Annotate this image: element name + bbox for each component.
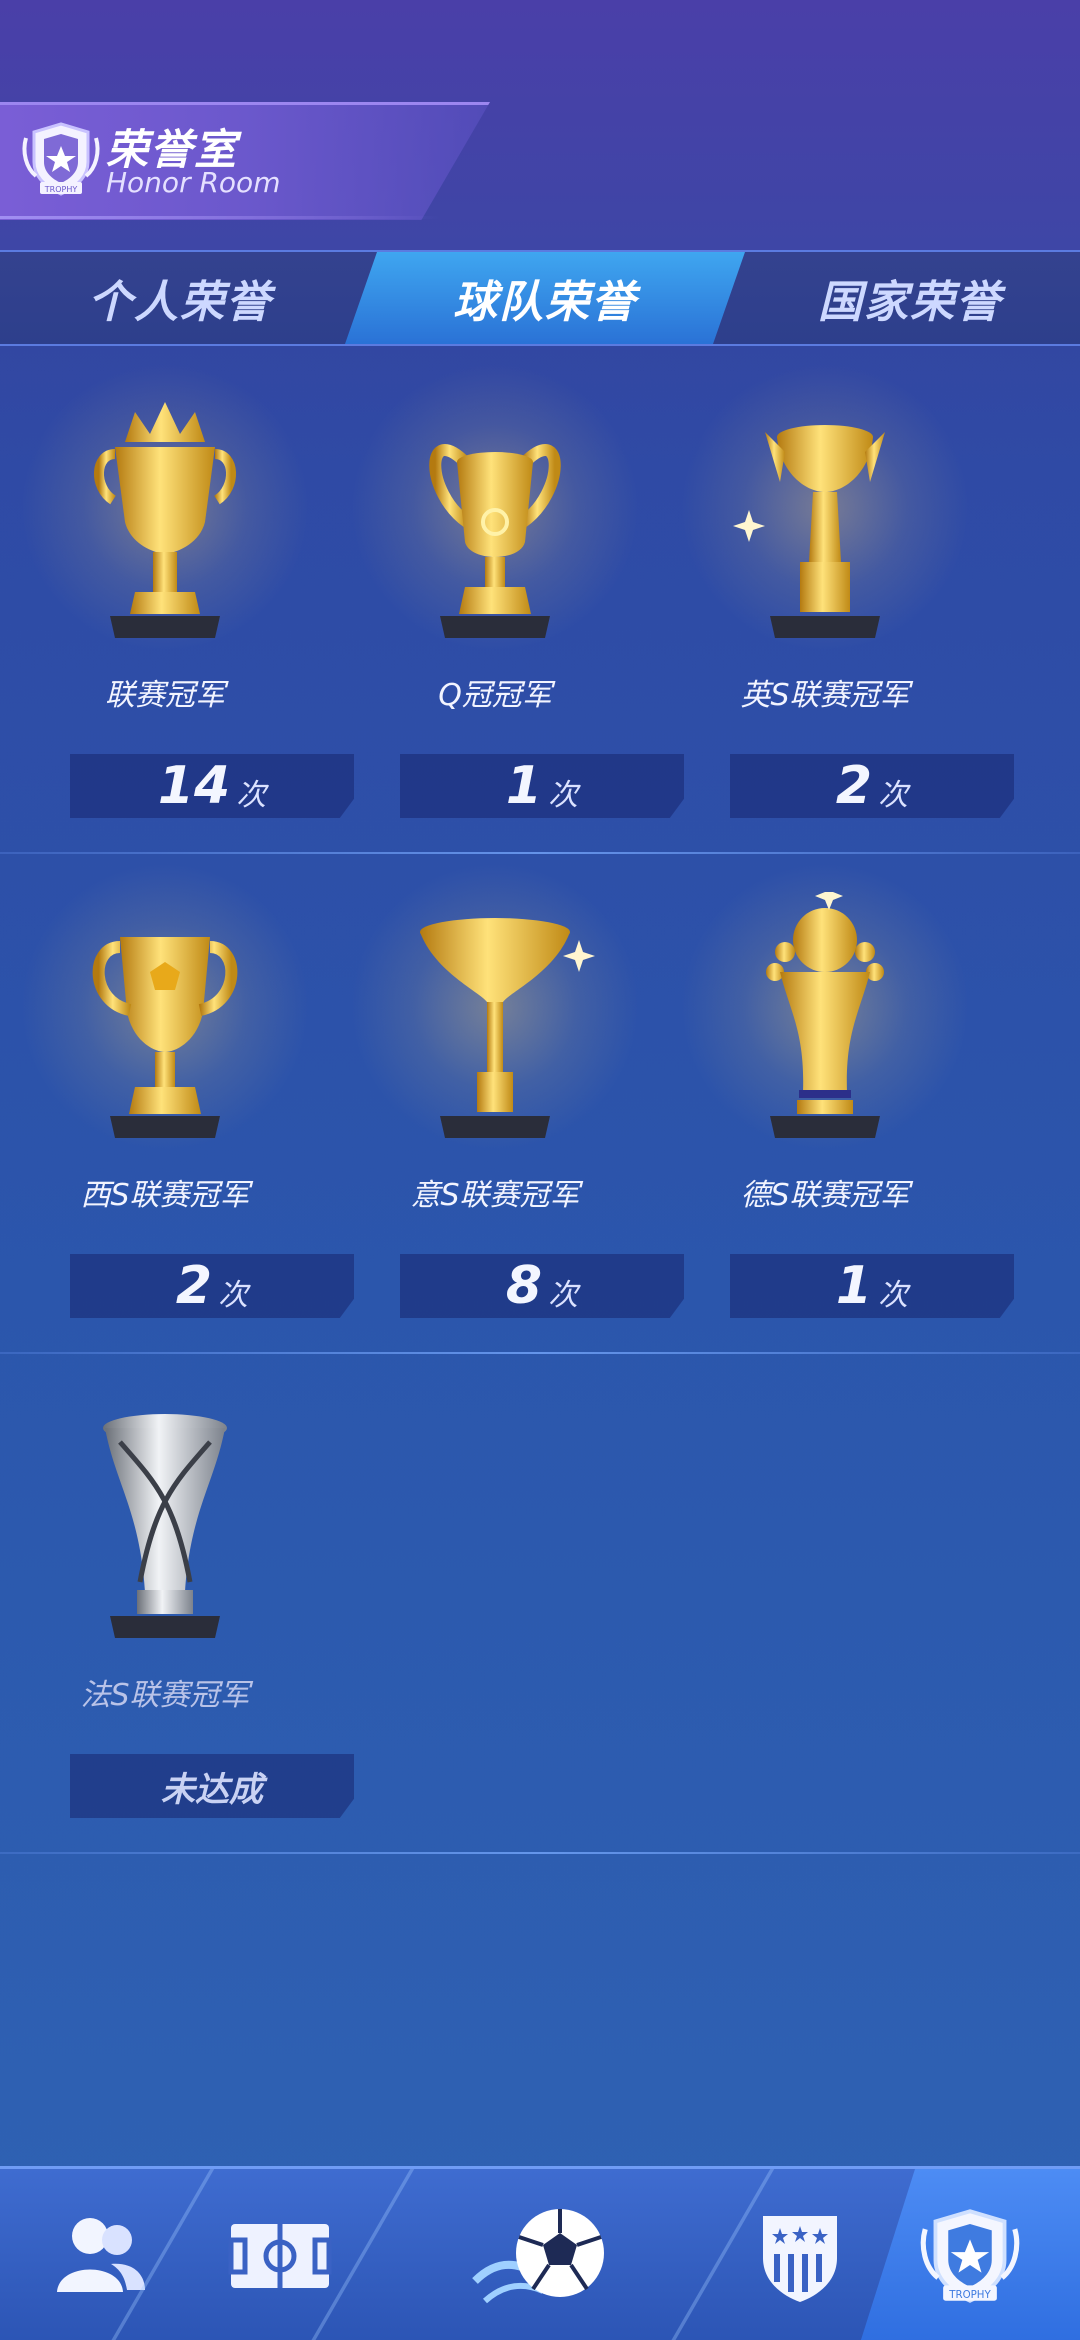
trophy-count-box: 2 次 xyxy=(730,754,1014,818)
svg-text:TROPHY: TROPHY xyxy=(44,185,78,194)
silver-twisted-trophy-icon xyxy=(103,1414,227,1638)
trophy-name: 德S联赛冠军 xyxy=(740,1178,910,1213)
trophy-card-french-league[interactable]: 法S联赛冠军 未达成 xyxy=(0,1352,354,1852)
handled-cup-icon xyxy=(92,937,238,1138)
tab-team-honor[interactable]: 球队荣誉 xyxy=(345,252,745,344)
trophy-count: 14 xyxy=(157,756,231,816)
soccer-ball-icon xyxy=(472,2209,604,2304)
tab-national-honor[interactable]: 国家荣誉 xyxy=(730,252,1080,344)
trophy-badge-icon: TROPHY xyxy=(920,2209,1020,2303)
page-subtitle: Honor Room xyxy=(106,166,281,199)
nav-pitch[interactable] xyxy=(180,2169,380,2340)
row-divider xyxy=(0,1852,1080,1854)
trophy-count-box: 1 次 xyxy=(400,754,684,818)
nav-players[interactable] xyxy=(0,2169,200,2340)
trophy-count-unit: 次 xyxy=(218,1278,249,1313)
trophy-card-italian-league[interactable]: 意S联赛冠军 8 次 xyxy=(330,852,684,1352)
trophy-count: 2 xyxy=(835,756,873,816)
trophy-grid: 联赛冠军 14 次 Q冠冠军 1 次 英S联赛冠军 2 次 西S联赛冠军 2 次… xyxy=(0,352,1080,2164)
trophy-count-unit: 次 xyxy=(548,1278,579,1313)
trophy-name: 西S联赛冠军 xyxy=(80,1178,250,1213)
trophy-name: 法S联赛冠军 xyxy=(80,1678,250,1713)
trophy-count-unit: 次 xyxy=(878,778,909,813)
nav-match[interactable] xyxy=(440,2169,640,2340)
svg-text:TROPHY: TROPHY xyxy=(948,2290,991,2301)
trophy-card-league[interactable]: 联赛冠军 14 次 xyxy=(0,352,354,852)
tab-personal-honor[interactable]: 个人荣誉 xyxy=(0,252,360,344)
club-crest-icon xyxy=(763,2216,837,2302)
trophy-count: 2 xyxy=(175,1256,213,1316)
trophy-count-unit: 次 xyxy=(236,778,267,813)
trophy-card-q-cup[interactable]: Q冠冠军 1 次 xyxy=(330,352,684,852)
bottom-nav: TROPHY xyxy=(0,2166,1080,2340)
funnel-cup-icon xyxy=(420,918,595,1138)
trophy-count-unit: 次 xyxy=(878,1278,909,1313)
crown-trophy-icon xyxy=(94,402,236,638)
trophy-card-german-league[interactable]: 德S联赛冠军 1 次 xyxy=(660,852,1014,1352)
trophy-card-spanish-league[interactable]: 西S联赛冠军 2 次 xyxy=(0,852,354,1352)
trophy-count: 1 xyxy=(505,756,543,816)
trophy-name: 英S联赛冠军 xyxy=(740,678,910,713)
pitch-icon xyxy=(228,2224,332,2288)
trophy-name: 联赛冠军 xyxy=(105,678,225,713)
ball-trophy-icon xyxy=(766,892,884,1138)
trophy-name: 意S联赛冠军 xyxy=(410,1178,580,1213)
trophy-count-box: 14 次 xyxy=(70,754,354,818)
winged-cup-icon xyxy=(733,425,885,638)
trophy-count-box: 1 次 xyxy=(730,1254,1014,1318)
trophy-count-unit: 次 xyxy=(548,778,579,813)
trophy-count-box: 8 次 xyxy=(400,1254,684,1318)
trophy-count: 1 xyxy=(835,1256,873,1316)
tab-bar: 个人荣誉 球队荣誉 国家荣誉 xyxy=(0,250,1080,346)
header-underline xyxy=(0,216,440,219)
trophy-status-box: 未达成 xyxy=(70,1754,354,1818)
trophy-badge-icon: TROPHY xyxy=(22,122,100,196)
trophy-count-box: 2 次 xyxy=(70,1254,354,1318)
trophy-status: 未达成 xyxy=(161,1769,263,1810)
big-ears-cup-icon xyxy=(429,444,561,638)
trophy-name: Q冠冠军 xyxy=(438,678,552,713)
trophy-count: 8 xyxy=(505,1256,543,1316)
trophy-card-english-league[interactable]: 英S联赛冠军 2 次 xyxy=(660,352,1014,852)
